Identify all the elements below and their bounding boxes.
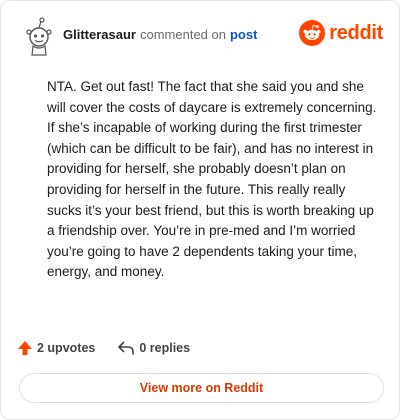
reddit-comment-embed-card: Glitterasaur commented on post reddit NTA. [0, 0, 400, 420]
comment-body: NTA. Get out fast! The fact that she sai… [47, 79, 377, 280]
view-more-on-reddit-button[interactable]: View more on Reddit [19, 373, 384, 403]
reply-arrow-icon [117, 340, 139, 356]
reddit-logo-icon [299, 20, 326, 46]
comment-meta: Glitterasaur commented on post [63, 27, 257, 42]
snoo-avatar-icon[interactable] [19, 15, 59, 57]
upvotes-count: 2 upvotes [37, 341, 96, 355]
post-link[interactable]: post [230, 27, 257, 42]
reddit-logo[interactable]: reddit [299, 19, 383, 47]
replies-count: 0 replies [139, 341, 191, 355]
reddit-wordmark: reddit [329, 21, 383, 44]
replies-button[interactable]: 0 replies [117, 340, 190, 356]
upvote-arrow-icon [17, 340, 37, 356]
upvote-button[interactable]: 2 upvotes [17, 340, 95, 356]
comment-header: Glitterasaur commented on post reddit [17, 13, 383, 57]
commented-on-text: commented on [139, 27, 226, 42]
comment-actions: 2 upvotes 0 replies [17, 337, 190, 359]
username[interactable]: Glitterasaur [63, 27, 136, 42]
